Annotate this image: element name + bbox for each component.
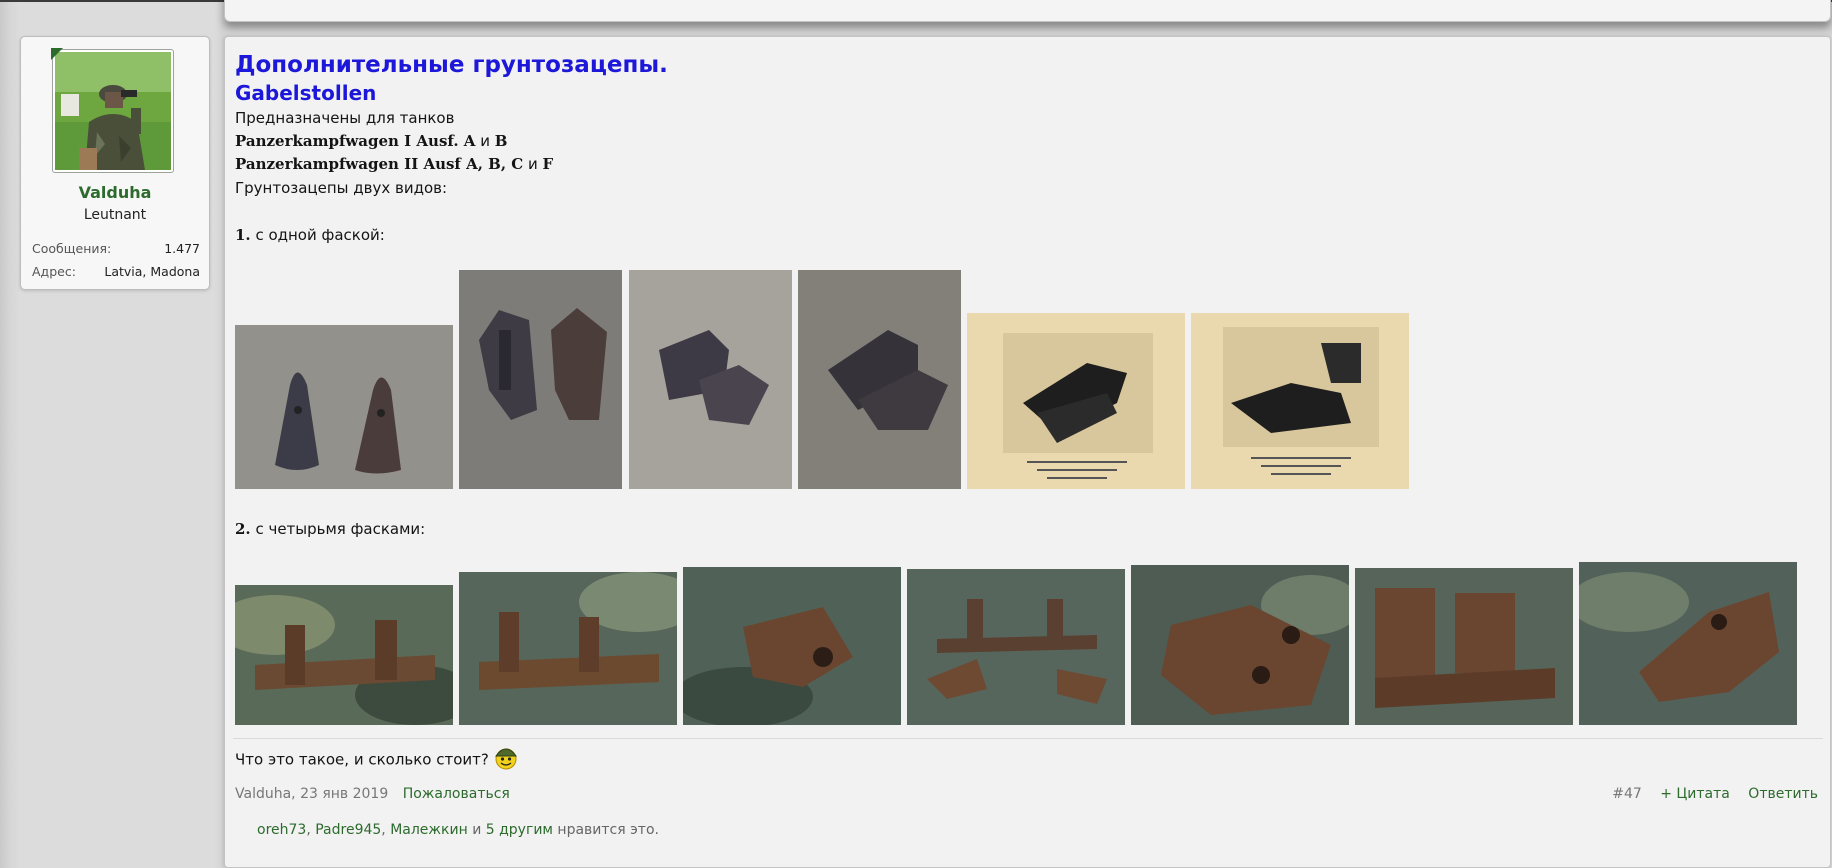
photo-image	[683, 567, 901, 725]
photo-thumbnail[interactable]	[1131, 565, 1349, 725]
user-info-card: Valduha Leutnant Сообщения: 1.477 Адрес:…	[20, 36, 210, 290]
soldier-smiley-icon	[493, 744, 519, 770]
conjunction: и	[475, 132, 495, 150]
likes-separator: ,	[306, 822, 316, 838]
post-text-line: Грунтозацепы двух видов:	[235, 179, 448, 197]
liker-link[interactable]: Малежкин	[390, 822, 468, 838]
photo-thumbnail[interactable]	[459, 270, 622, 489]
likes-separator: ,	[381, 822, 391, 838]
photo-image	[1131, 565, 1349, 725]
likes-tail: нравится это.	[552, 822, 659, 838]
section-number: 2.	[235, 520, 251, 538]
reply-button[interactable]: Ответить	[1748, 786, 1818, 802]
post-text-line: Panzerkampfwagen I Ausf. A и B	[235, 132, 1815, 150]
post-date[interactable]: , 23 янв 2019	[291, 786, 388, 802]
photo-thumbnail[interactable]	[235, 585, 453, 725]
report-link[interactable]: Пожаловаться	[403, 786, 510, 802]
photo-thumbnail[interactable]	[798, 270, 961, 489]
photo-image	[1579, 562, 1797, 725]
others-link[interactable]: 5 другим	[486, 822, 553, 838]
photo-image	[629, 270, 792, 489]
post-subtitle: Gabelstollen	[235, 81, 377, 105]
photo-image	[235, 325, 453, 489]
section-heading: 2. с четырьмя фасками:	[235, 520, 1815, 538]
tank-variant: F	[542, 155, 554, 173]
quote-button[interactable]: + Цитата	[1660, 786, 1730, 802]
question-text: Что это такое, и сколько стоит?	[235, 750, 489, 769]
post-meta: Valduha, 23 янв 2019 Пожаловаться	[235, 786, 510, 802]
likes-summary: oreh73, Padre945, Малежкин и 5 другим нр…	[257, 822, 659, 838]
section-heading: 1. с одной фаской:	[235, 226, 1815, 244]
stat-label: Адрес:	[32, 264, 76, 279]
post-text-line: Panzerkampfwagen II Ausf A, B, C и F	[235, 155, 1815, 173]
document-scan-thumbnail[interactable]	[1191, 313, 1409, 489]
liker-link[interactable]: Padre945	[315, 822, 381, 838]
likes-and: и	[467, 822, 486, 838]
post-title: Дополнительные грунтозацепы.	[235, 52, 668, 78]
stat-value[interactable]: 1.477	[164, 241, 200, 256]
photo-image	[459, 572, 677, 725]
online-indicator-icon	[51, 48, 63, 60]
document-image	[967, 313, 1185, 489]
stat-label: Сообщения:	[32, 241, 112, 256]
section-label: с четырьмя фасками:	[250, 520, 426, 538]
post-number-link[interactable]: #47	[1612, 786, 1642, 802]
photo-image	[459, 270, 622, 489]
post-author[interactable]: Valduha	[235, 786, 291, 802]
tank-name: Panzerkampfwagen I Ausf. A	[235, 132, 476, 150]
photo-image	[798, 270, 961, 489]
document-scan-thumbnail[interactable]	[967, 313, 1185, 489]
photo-thumbnail[interactable]	[235, 325, 453, 489]
tank-name: Panzerkampfwagen II Ausf A, B, C	[235, 155, 524, 173]
post-container: Дополнительные грунтозацепы. Gabelstolle…	[224, 36, 1831, 868]
section-label: с одной фаской:	[250, 226, 385, 244]
divider	[233, 738, 1823, 739]
avatar[interactable]	[51, 48, 174, 173]
photo-image	[235, 585, 453, 725]
document-image	[1191, 313, 1409, 489]
stat-value: Latvia, Madona	[104, 264, 200, 279]
post-actions: #47 + Цитата Ответить	[1598, 786, 1818, 802]
avatar-image	[55, 52, 171, 170]
tank-variant: B	[494, 132, 508, 150]
user-rank: Leutnant	[83, 207, 147, 223]
photo-thumbnail[interactable]	[629, 270, 792, 489]
previous-post-bottom	[224, 0, 1831, 22]
photo-thumbnail[interactable]	[1355, 568, 1573, 725]
photo-image	[907, 569, 1125, 725]
post-text-line: Предназначены для танков	[235, 109, 455, 127]
conjunction: и	[523, 155, 543, 173]
photo-thumbnail[interactable]	[1579, 562, 1797, 725]
photo-thumbnail[interactable]	[907, 569, 1125, 725]
question-line: Что это такое, и сколько стоит?	[235, 747, 1815, 773]
photo-image	[1355, 568, 1573, 725]
liker-link[interactable]: oreh73	[257, 822, 306, 838]
username[interactable]: Valduha	[21, 183, 209, 202]
section-number: 1.	[235, 226, 251, 244]
photo-thumbnail[interactable]	[459, 572, 677, 725]
photo-thumbnail[interactable]	[683, 567, 901, 725]
